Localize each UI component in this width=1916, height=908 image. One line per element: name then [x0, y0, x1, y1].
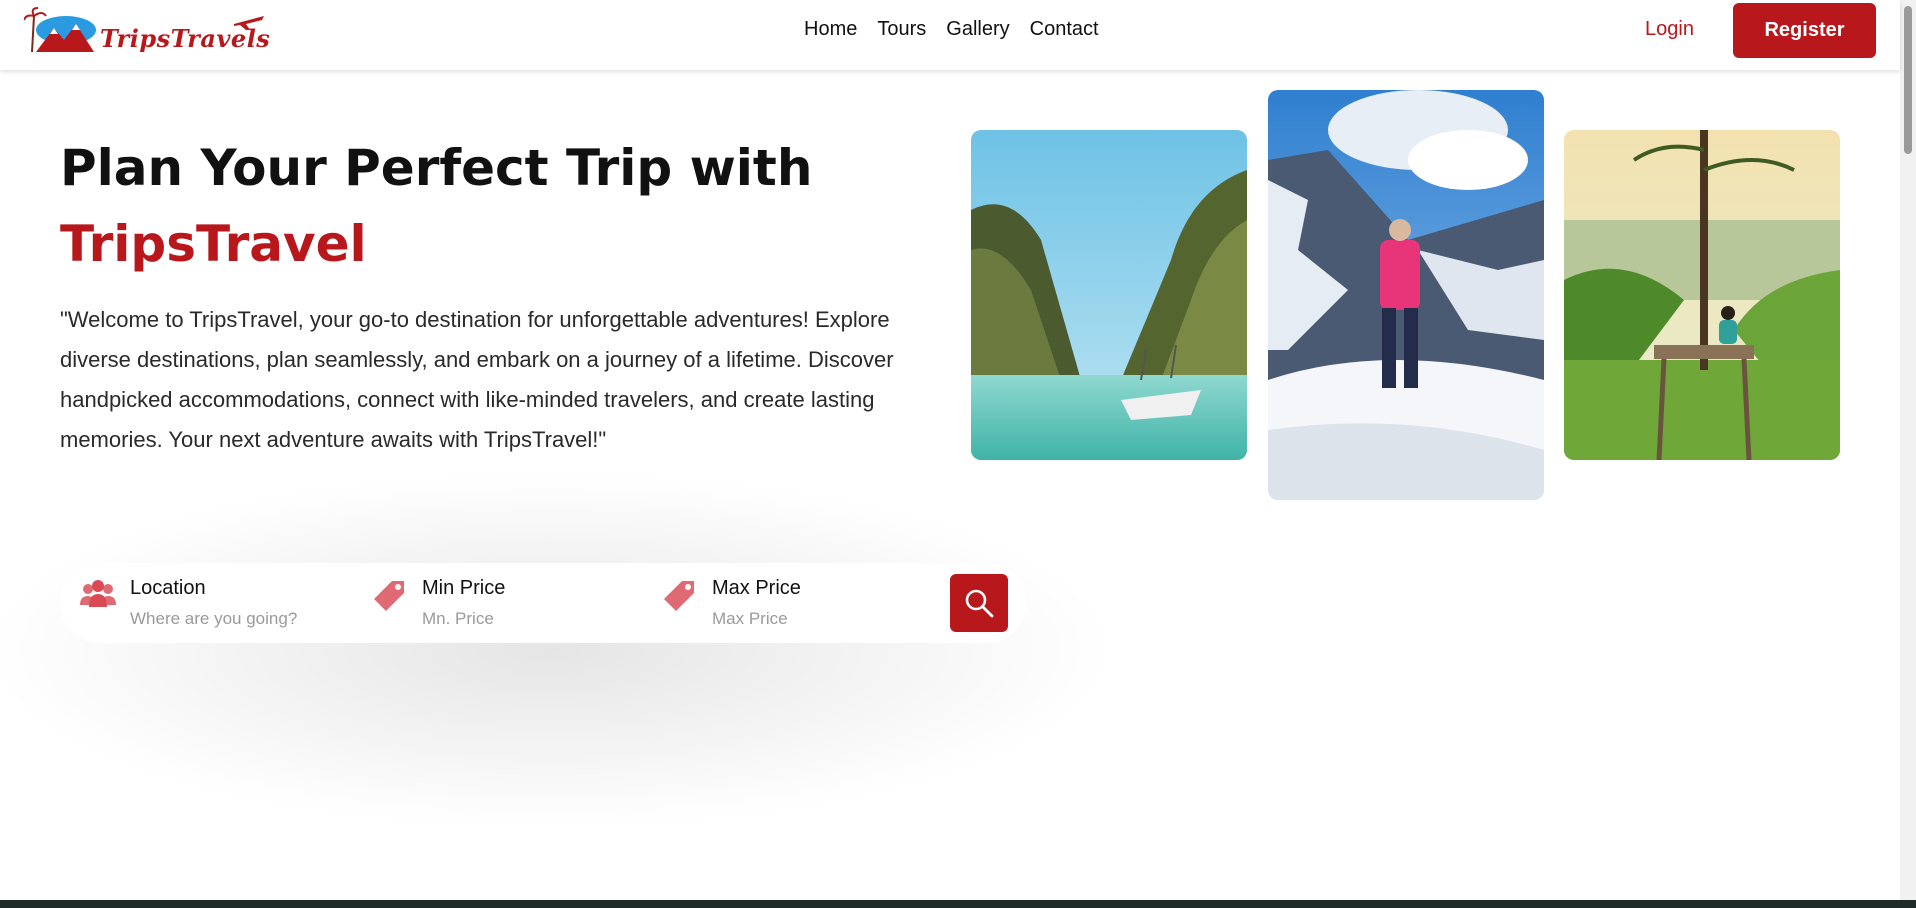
nav-gallery[interactable]: Gallery: [946, 18, 1009, 41]
nav-home[interactable]: Home: [804, 18, 857, 41]
hero-description: "Welcome to TripsTravel, your go-to dest…: [60, 307, 894, 452]
hero-image-mountain: [1268, 90, 1544, 500]
airplane-icon: [234, 16, 264, 30]
search-shadow: [0, 470, 1120, 830]
location-label: Location: [130, 577, 206, 599]
main-nav: Home Tours Gallery Contact: [804, 18, 1099, 41]
site-header: TripsTravels Home Tours Gallery Contact …: [0, 0, 1900, 70]
nav-tours[interactable]: Tours: [877, 18, 926, 41]
search-icon: [965, 589, 994, 618]
hero-title-brand: TripsTravel: [60, 215, 367, 273]
search-button[interactable]: [950, 574, 1008, 632]
location-input[interactable]: [130, 607, 350, 631]
location-field: Location: [78, 563, 350, 643]
taskbar-edge: [0, 900, 1916, 908]
price-tag-icon: [374, 581, 404, 611]
scrollbar-thumb[interactable]: [1904, 6, 1912, 154]
min-price-field: Min Price: [370, 563, 642, 643]
nav-contact[interactable]: Contact: [1030, 18, 1099, 41]
register-button[interactable]: Register: [1733, 3, 1876, 58]
hero-image-lagoon: [971, 130, 1247, 460]
hero-title-line: Plan Your Perfect Trip with: [60, 139, 813, 197]
max-price-label: Max Price: [712, 577, 801, 599]
people-icon: [80, 580, 116, 607]
max-price-field: Max Price: [660, 563, 932, 643]
hero-image-forest: [1564, 130, 1840, 460]
min-price-input[interactable]: [422, 607, 642, 631]
min-price-label: Min Price: [422, 577, 506, 599]
login-link[interactable]: Login: [1645, 18, 1694, 41]
search-bar: Location Min Price Max Price: [60, 563, 1026, 643]
logo-icon: [24, 7, 96, 53]
price-tag-icon: [664, 581, 694, 611]
logo[interactable]: TripsTravels: [24, 6, 274, 58]
max-price-input[interactable]: [712, 607, 932, 631]
page-scrollbar[interactable]: [1900, 0, 1916, 900]
hero-title: Plan Your Perfect Trip with TripsTravel: [60, 130, 812, 282]
